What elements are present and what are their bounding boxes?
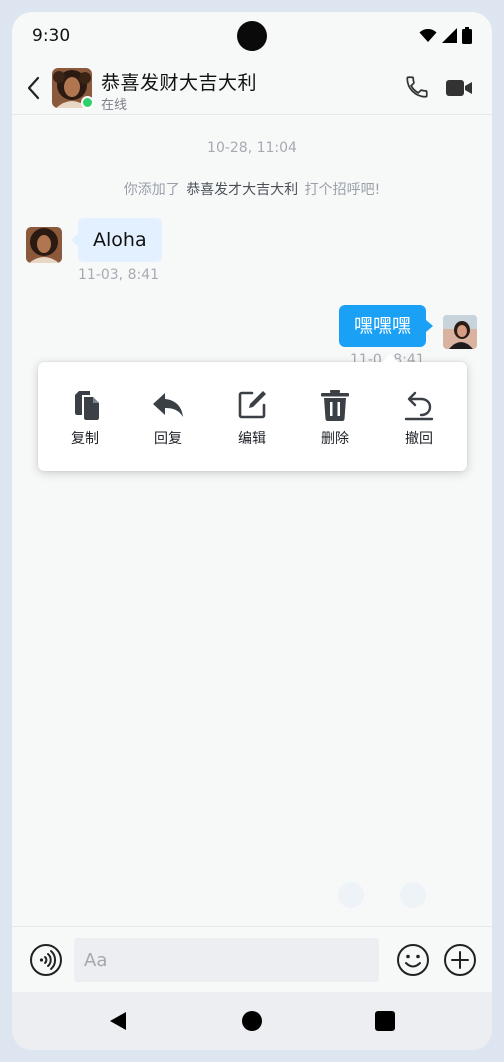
system-message-suffix: 打个招呼吧!	[304, 182, 381, 198]
contact-status: 在线	[101, 98, 128, 113]
nav-home-icon[interactable]	[242, 1011, 262, 1031]
status-icons	[419, 27, 472, 44]
menu-item-label: 复制	[71, 431, 99, 447]
menu-item-label: 编辑	[238, 431, 266, 447]
message-input-bar	[12, 926, 492, 992]
message-bubble-sent[interactable]: 嘿嘿嘿	[339, 305, 434, 347]
status-time: 9:30	[32, 26, 71, 46]
system-nav-bar	[12, 992, 492, 1050]
chevron-left-icon[interactable]	[22, 74, 46, 102]
message-bubble-received[interactable]: Aloha	[71, 218, 162, 262]
wifi-icon	[419, 28, 437, 42]
sender-avatar[interactable]	[26, 227, 62, 263]
signal-icon	[442, 28, 457, 43]
status-bar: 9:30	[12, 12, 492, 60]
avatar-image	[26, 227, 62, 263]
nav-recents-icon[interactable]	[375, 1011, 395, 1031]
system-message-name[interactable]: 恭喜发才大吉大利	[186, 182, 298, 198]
menu-item-revoke[interactable]: 撤回	[389, 388, 449, 448]
trash-icon	[321, 390, 349, 421]
system-message: 你添加了 恭喜发才大吉大利 打个招呼吧!	[12, 179, 492, 199]
menu-item-edit[interactable]: 编辑	[222, 388, 282, 448]
menu-item-delete[interactable]: 删除	[305, 388, 365, 448]
faint-overlay-dot	[400, 882, 426, 908]
contact-name[interactable]: 恭喜发财大吉大利	[101, 68, 257, 95]
online-indicator	[81, 96, 94, 109]
reply-icon	[153, 393, 183, 417]
battery-icon	[462, 27, 472, 44]
message-time: 11-03, 8:41	[78, 267, 160, 283]
message-context-menu: 复制 回复 编辑 删除 撤回	[38, 354, 467, 471]
system-message-prefix: 你添加了	[123, 182, 180, 198]
nav-back-icon[interactable]	[108, 1011, 128, 1031]
plus-icon[interactable]	[443, 943, 477, 977]
phone-icon[interactable]	[404, 74, 430, 100]
voice-icon[interactable]	[29, 943, 63, 977]
date-divider: 10-28, 11:04	[207, 140, 297, 156]
phone-screen: 9:30 恭喜发财大吉大利 在线 10-28, 11:04 你添加了 恭喜发才大…	[12, 12, 492, 1050]
chat-header: 恭喜发财大吉大利 在线	[12, 60, 492, 115]
emoji-icon[interactable]	[396, 943, 430, 977]
menu-item-label: 回复	[154, 431, 182, 447]
contact-avatar[interactable]	[52, 68, 94, 109]
front-camera	[237, 21, 267, 51]
my-avatar[interactable]	[443, 315, 477, 349]
menu-item-label: 删除	[321, 431, 349, 447]
menu-item-copy[interactable]: 复制	[55, 388, 115, 448]
message-input[interactable]	[74, 938, 379, 982]
faint-overlay-dot	[338, 882, 364, 908]
menu-item-reply[interactable]: 回复	[138, 388, 198, 448]
video-camera-icon[interactable]	[444, 76, 474, 100]
copy-icon	[75, 391, 99, 420]
undo-icon	[404, 391, 434, 421]
avatar-image	[443, 315, 477, 349]
edit-icon	[238, 391, 266, 419]
menu-item-label: 撤回	[405, 431, 433, 447]
